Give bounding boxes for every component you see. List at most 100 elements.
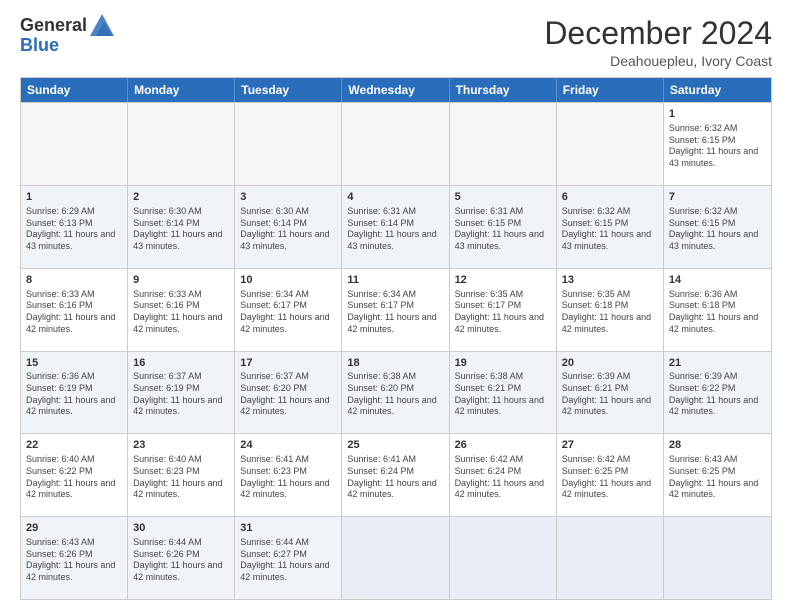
month-title: December 2024: [544, 16, 772, 51]
day-info: Sunrise: 6:33 AMSunset: 6:16 PMDaylight:…: [26, 289, 122, 336]
day-cell-22: 22Sunrise: 6:40 AMSunset: 6:22 PMDayligh…: [21, 434, 128, 516]
day-info: Sunrise: 6:42 AMSunset: 6:25 PMDaylight:…: [562, 454, 658, 501]
daylight-text: Daylight: 11 hours and 42 minutes.: [240, 560, 329, 582]
sunset-text: Sunset: 6:23 PM: [240, 466, 307, 476]
sunrise-text: Sunrise: 6:29 AM: [26, 206, 95, 216]
daylight-text: Daylight: 11 hours and 42 minutes.: [455, 478, 544, 500]
day-number: 22: [26, 438, 122, 453]
empty-cell: [664, 517, 771, 599]
sunset-text: Sunset: 6:20 PM: [347, 383, 414, 393]
day-info: Sunrise: 6:42 AMSunset: 6:24 PMDaylight:…: [455, 454, 551, 501]
day-number: 8: [26, 273, 122, 288]
header-wednesday: Wednesday: [342, 78, 449, 102]
sunrise-text: Sunrise: 6:40 AM: [133, 454, 202, 464]
day-cell-31: 31Sunrise: 6:44 AMSunset: 6:27 PMDayligh…: [235, 517, 342, 599]
sunset-text: Sunset: 6:25 PM: [562, 466, 629, 476]
daylight-text: Daylight: 11 hours and 42 minutes.: [347, 312, 436, 334]
sunrise-text: Sunrise: 6:36 AM: [26, 371, 95, 381]
day-cell-20: 20Sunrise: 6:39 AMSunset: 6:21 PMDayligh…: [557, 352, 664, 434]
day-number: 2: [133, 190, 229, 205]
day-info: Sunrise: 6:41 AM Sunset: 6:24 PM Daylight:…: [347, 454, 443, 501]
calendar-week-1: 1Sunrise: 6:32 AMSunset: 6:15 PMDaylight…: [21, 102, 771, 185]
day-info: Sunrise: 6:39 AMSunset: 6:22 PMDaylight:…: [669, 371, 766, 418]
sunrise-text: Sunrise: 6:32 AM: [562, 206, 631, 216]
day-number: 11: [347, 273, 443, 288]
calendar: Sunday Monday Tuesday Wednesday Thursday…: [20, 77, 772, 600]
day-number: 17: [240, 356, 336, 371]
day-cell-9: 9Sunrise: 6:33 AMSunset: 6:16 PMDaylight…: [128, 269, 235, 351]
day-number: 24: [240, 438, 336, 453]
day-number: 16: [133, 356, 229, 371]
day-number: 15: [26, 356, 122, 371]
daylight-text: Daylight: 11 hours and 42 minutes.: [347, 478, 436, 500]
empty-cell: [557, 103, 664, 185]
day-info: Sunrise: 6:31 AMSunset: 6:15 PMDaylight:…: [455, 206, 551, 253]
header-monday: Monday: [128, 78, 235, 102]
day-cell-28: 28Sunrise: 6:43 AMSunset: 6:25 PMDayligh…: [664, 434, 771, 516]
sunset-text: Sunset: 6:18 PM: [562, 300, 629, 310]
day-number: 14: [669, 273, 766, 288]
sunrise-text: Sunrise: 6:38 AM: [455, 371, 524, 381]
sunset-text: Sunset: 6:14 PM: [133, 218, 200, 228]
header-saturday: Saturday: [664, 78, 771, 102]
calendar-body: 1Sunrise: 6:32 AMSunset: 6:15 PMDaylight…: [21, 102, 771, 599]
day-number: 18: [347, 356, 443, 371]
day-info: Sunrise: 6:31 AMSunset: 6:14 PMDaylight:…: [347, 206, 443, 253]
day-info: Sunrise: 6:32 AMSunset: 6:15 PMDaylight:…: [669, 206, 766, 253]
sunrise-text: Sunrise: 6:32 AM: [669, 123, 738, 133]
day-number: 23: [133, 438, 229, 453]
sunrise-text: Sunrise: 6:30 AM: [133, 206, 202, 216]
calendar-week-2: 1Sunrise: 6:29 AMSunset: 6:13 PMDaylight…: [21, 185, 771, 268]
day-info: Sunrise: 6:40 AMSunset: 6:23 PMDaylight:…: [133, 454, 229, 501]
daylight-text: Daylight: 11 hours and 43 minutes.: [26, 229, 115, 251]
daylight-text: Daylight: 11 hours and 43 minutes.: [133, 229, 222, 251]
calendar-week-5: 22 Sunrise: 6:40 AM Sunset: 6:22 PM Dayligh…: [21, 433, 771, 516]
day-info: Sunrise: 6:44 AMSunset: 6:27 PMDaylight:…: [240, 537, 336, 584]
day-cell-10: 10Sunrise: 6:34 AMSunset: 6:17 PMDayligh…: [235, 269, 342, 351]
sunset-text: Sunset: 6:16 PM: [133, 300, 200, 310]
daylight-text: Daylight: 11 hours and 43 minutes.: [669, 146, 758, 168]
daylight-text: Daylight: 11 hours and 42 minutes.: [133, 395, 222, 417]
day-info: Sunrise: 6:43 AMSunset: 6:25 PMDaylight:…: [669, 454, 766, 501]
day-number: 19: [455, 356, 551, 371]
day-cell-11: 11Sunrise: 6:34 AMSunset: 6:17 PMDayligh…: [342, 269, 449, 351]
header-tuesday: Tuesday: [235, 78, 342, 102]
day-number: 21: [669, 356, 766, 371]
sunrise-text: Sunrise: 6:31 AM: [347, 206, 416, 216]
header-sunday: Sunday: [21, 78, 128, 102]
day-cell-30: 30Sunrise: 6:44 AMSunset: 6:26 PMDayligh…: [128, 517, 235, 599]
day-number: 29: [26, 521, 122, 536]
day-info: Sunrise: 6:29 AMSunset: 6:13 PMDaylight:…: [26, 206, 122, 253]
day-info: Sunrise: 6:39 AMSunset: 6:21 PMDaylight:…: [562, 371, 658, 418]
sunset-text: Sunset: 6:15 PM: [562, 218, 629, 228]
sunrise-text: Sunrise: 6:35 AM: [455, 289, 524, 299]
day-number: 5: [455, 190, 551, 205]
sunset-text: Sunset: 6:20 PM: [240, 383, 307, 393]
day-number: 28: [669, 438, 766, 453]
day-info: Sunrise: 6:36 AMSunset: 6:18 PMDaylight:…: [669, 289, 766, 336]
sunrise-text: Sunrise: 6:38 AM: [347, 371, 416, 381]
sunset-text: Sunset: 6:16 PM: [26, 300, 93, 310]
day-cell-7: 7Sunrise: 6:32 AMSunset: 6:15 PMDaylight…: [664, 186, 771, 268]
day-number: 3: [240, 190, 336, 205]
empty-cell: [128, 103, 235, 185]
sunrise-text: Sunrise: 6:34 AM: [347, 289, 416, 299]
day-cell-2: 2Sunrise: 6:30 AM Sunset: 6:14 PMDaylight…: [128, 186, 235, 268]
sunset-text: Sunset: 6:15 PM: [669, 218, 736, 228]
day-number: 20: [562, 356, 658, 371]
sunrise-text: Sunrise: 6:41 AM: [347, 454, 416, 464]
sunset-text: Sunset: 6:18 PM: [669, 300, 736, 310]
calendar-week-3: 8Sunrise: 6:33 AMSunset: 6:16 PMDaylight…: [21, 268, 771, 351]
sunset-text: Sunset: 6:17 PM: [240, 300, 307, 310]
sunrise-text: Sunrise: 6:31 AM: [455, 206, 524, 216]
sunset-text: Sunset: 6:22 PM: [26, 466, 93, 476]
sunset-text: Sunset: 6:17 PM: [455, 300, 522, 310]
day-cell-25: 25Sunrise: 6:41 AMSunset: 6:24 PMDayligh…: [342, 434, 449, 516]
empty-cell: [342, 103, 449, 185]
sunset-text: Sunset: 6:26 PM: [133, 549, 200, 559]
header-friday: Friday: [557, 78, 664, 102]
day-number: 6: [562, 190, 658, 205]
day-info: Sunrise: 6:38 AMSunset: 6:21 PMDaylight:…: [455, 371, 551, 418]
day-number: 1: [26, 190, 122, 205]
sunset-text: Sunset: 6:24 PM: [347, 466, 414, 476]
